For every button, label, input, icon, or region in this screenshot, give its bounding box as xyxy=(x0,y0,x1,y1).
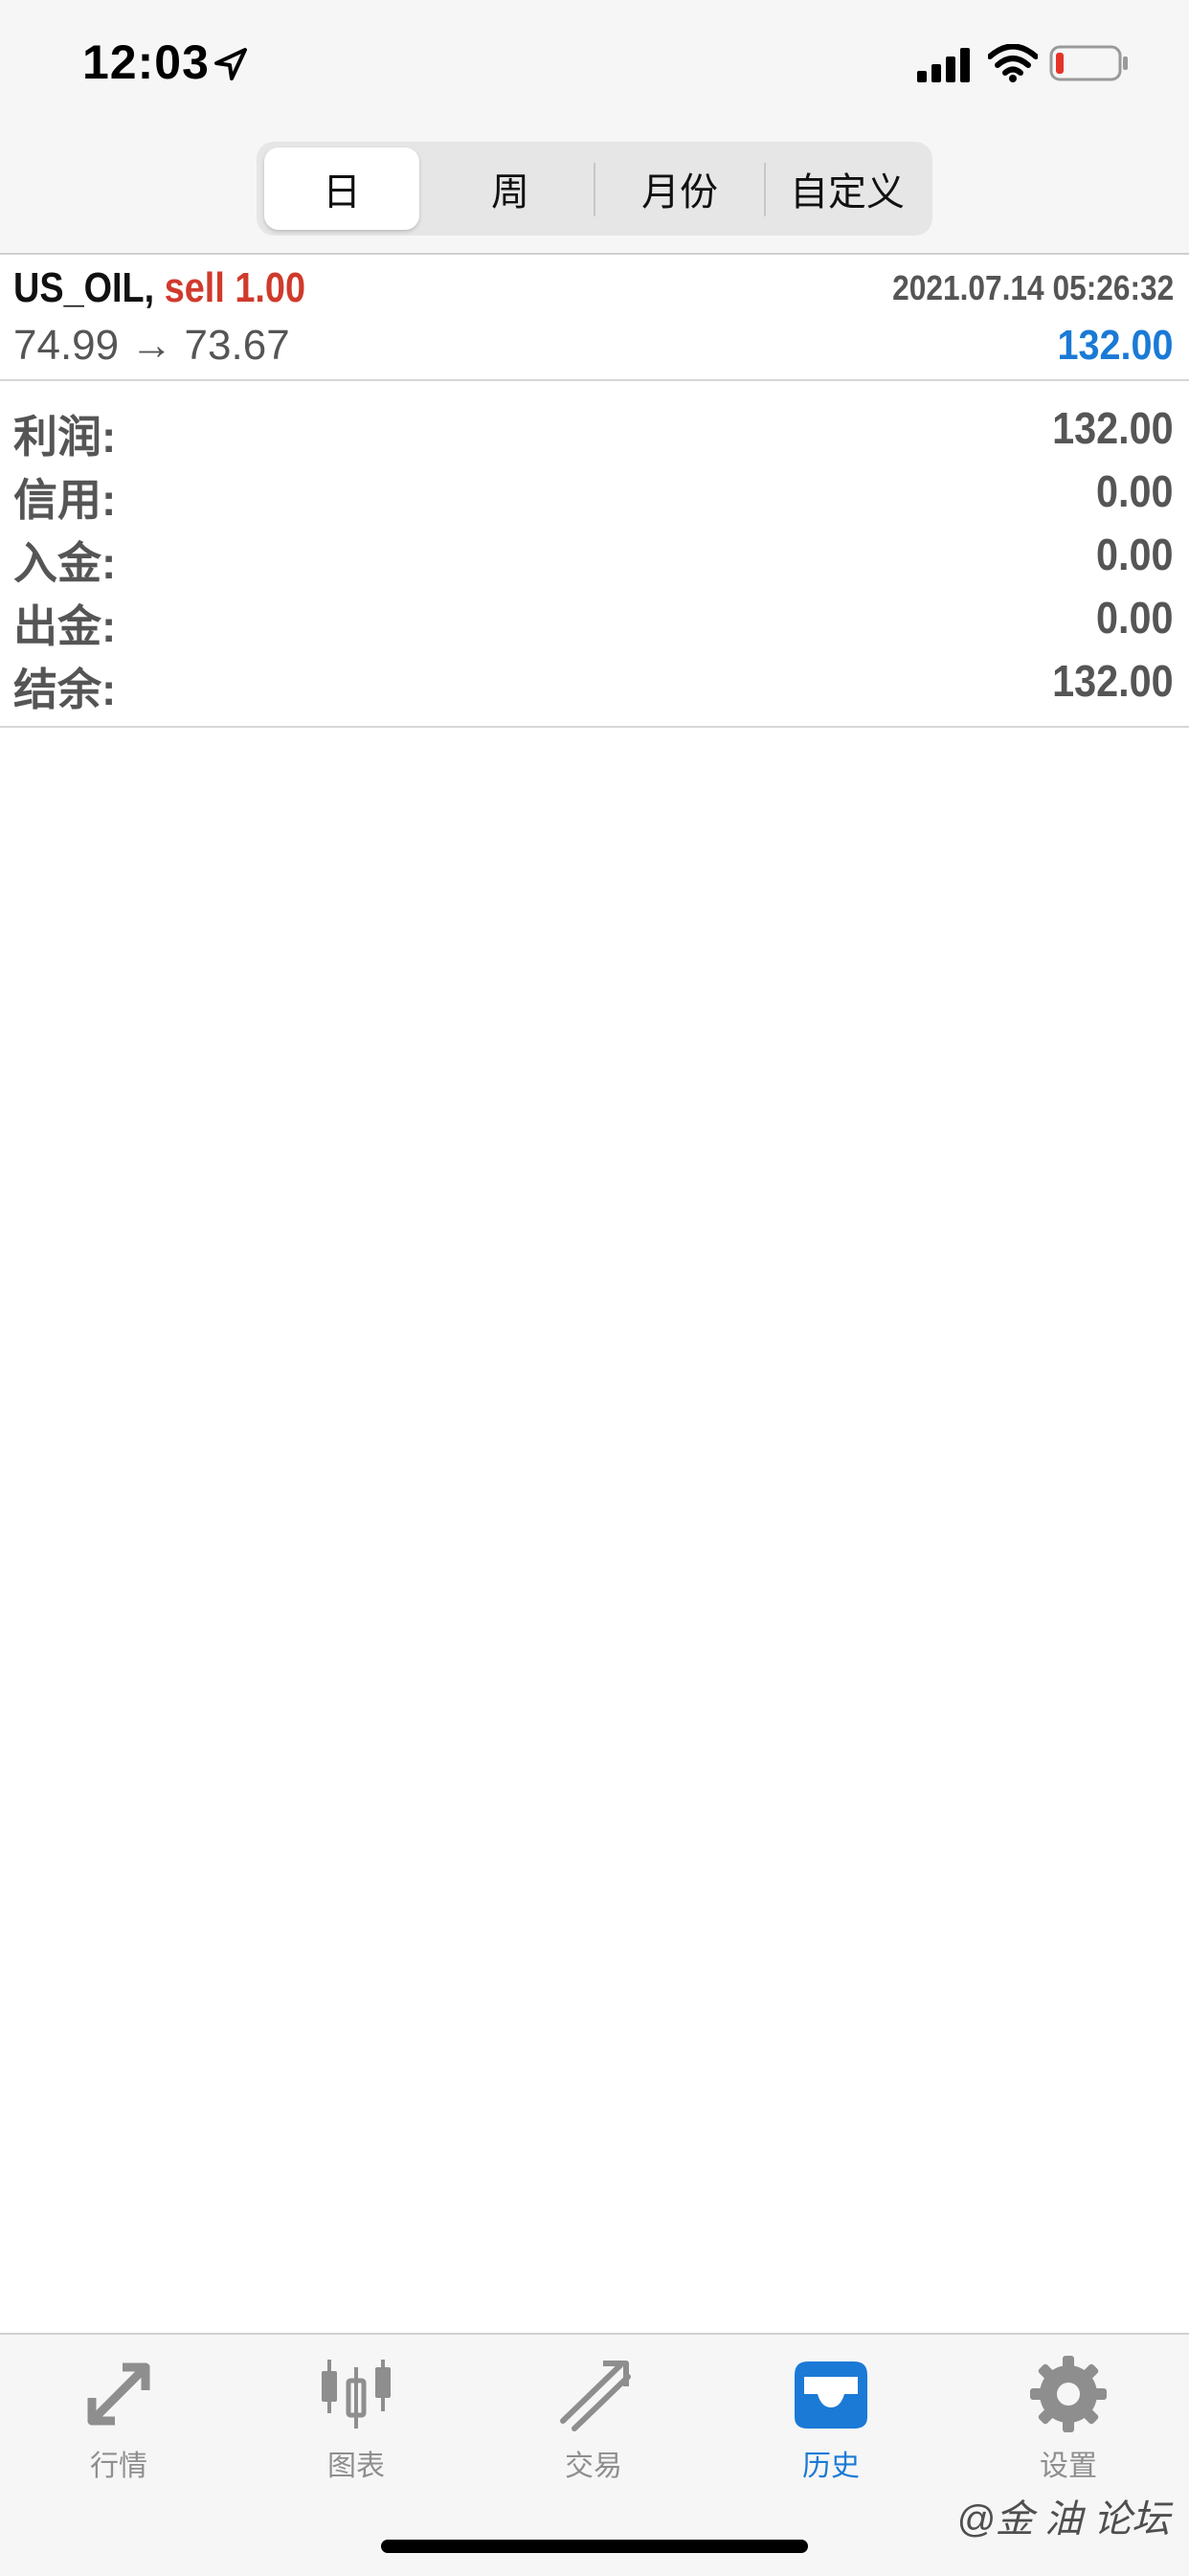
summary-label: 信用: xyxy=(13,475,117,525)
tab-trade[interactable]: 交易 xyxy=(475,2354,712,2488)
summary-label: 利润: xyxy=(13,412,117,462)
trade-icon xyxy=(560,2361,631,2431)
status-time: 12:03 xyxy=(82,35,210,89)
summary-row-withdrawal: 出金: 0.00 xyxy=(0,584,1189,651)
tab-quotes[interactable]: 行情 xyxy=(0,2354,237,2488)
summary-label: 结余: xyxy=(13,665,117,714)
history-icon xyxy=(795,2361,867,2429)
segment-week[interactable]: 周 xyxy=(429,147,592,230)
chart-icon xyxy=(322,2360,391,2429)
quotes-icon xyxy=(87,2362,150,2426)
tab-label: 历史 xyxy=(802,2451,860,2482)
account-summary: 利润: 132.00 信用: 0.00 入金: 0.00 出金: 0.00 结余… xyxy=(0,381,1189,728)
segment-day[interactable]: 日 xyxy=(264,147,419,230)
summary-value: 0.00 xyxy=(1096,593,1174,643)
top-bar: 12:03 日 周 月份 自定义 xyxy=(0,0,1189,255)
segment-divider xyxy=(594,163,595,216)
tab-chart[interactable]: 图表 xyxy=(237,2354,475,2488)
summary-label: 入金: xyxy=(13,538,117,588)
settings-icon xyxy=(1030,2356,1107,2432)
tab-label: 交易 xyxy=(565,2451,622,2482)
segment-divider xyxy=(764,163,766,216)
summary-label: 出金: xyxy=(13,601,117,651)
watermark: @金 油 论坛 xyxy=(956,2498,1170,2541)
summary-row-credit: 信用: 0.00 xyxy=(0,458,1189,525)
trade-history-row[interactable]: US_OIL, sell 1.00 2021.07.14 05:26:32 74… xyxy=(0,255,1189,381)
summary-value: 132.00 xyxy=(1052,656,1174,706)
trade-profit: 132.00 xyxy=(1057,322,1174,369)
tab-label: 行情 xyxy=(90,2451,147,2482)
home-indicator[interactable] xyxy=(381,2540,808,2553)
summary-value: 132.00 xyxy=(1052,403,1174,453)
trade-symbol-line: US_OIL, sell 1.00 xyxy=(13,264,305,312)
bottom-tab-bar: 行情 图表 交易 历史 设置 @金 油 论坛 xyxy=(0,2333,1189,2576)
wifi-icon xyxy=(988,44,1038,82)
trade-prices: 74.99 → 73.67 xyxy=(13,322,290,369)
tab-history[interactable]: 历史 xyxy=(712,2354,950,2488)
battery-low-icon xyxy=(1049,45,1128,81)
tab-settings[interactable]: 设置 xyxy=(950,2354,1187,2488)
period-segmented-control: 日 周 月份 自定义 xyxy=(257,142,932,236)
summary-row-deposit: 入金: 0.00 xyxy=(0,521,1189,588)
trade-datetime: 2021.07.14 05:26:32 xyxy=(891,268,1174,307)
status-bar: 12:03 xyxy=(0,0,1189,124)
tab-label: 设置 xyxy=(1040,2451,1097,2482)
location-arrow-icon xyxy=(214,48,247,80)
trade-symbol: US_OIL, xyxy=(13,264,155,311)
summary-value: 0.00 xyxy=(1096,530,1174,579)
summary-value: 0.00 xyxy=(1096,466,1174,516)
segment-custom[interactable]: 自定义 xyxy=(768,147,927,230)
summary-row-profit: 利润: 132.00 xyxy=(0,395,1189,462)
summary-row-balance: 结余: 132.00 xyxy=(0,647,1189,714)
cellular-signal-icon xyxy=(917,48,970,82)
segment-month[interactable]: 月份 xyxy=(597,147,762,230)
trade-side-volume: sell 1.00 xyxy=(164,264,306,311)
tab-label: 图表 xyxy=(327,2451,385,2482)
